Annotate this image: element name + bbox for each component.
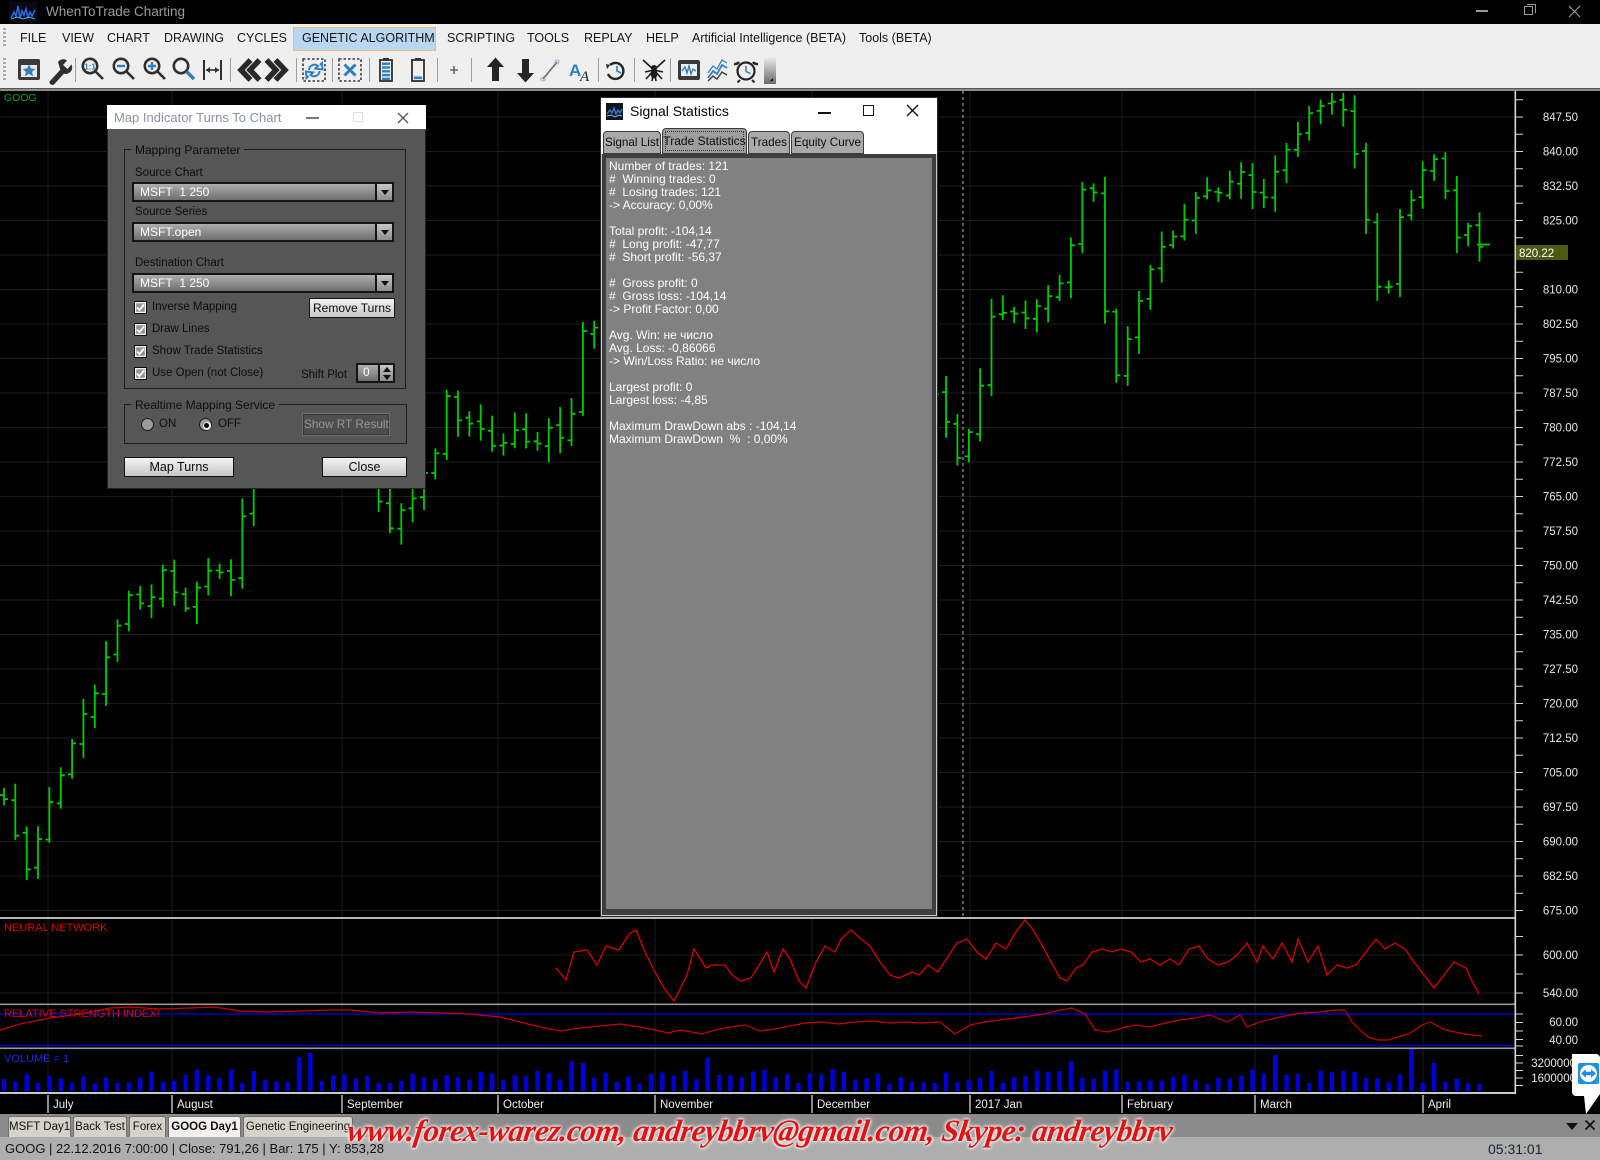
svg-text:NEURAL NETWORK: NEURAL NETWORK: [4, 922, 108, 934]
svg-text:GOOG: GOOG: [4, 92, 37, 104]
svg-text:2017 Jan: 2017 Jan: [975, 1099, 1022, 1111]
svg-text:675.00: 675.00: [1543, 906, 1578, 918]
svg-text:712.50: 712.50: [1543, 733, 1578, 745]
svg-text:847.50: 847.50: [1543, 112, 1578, 124]
svg-text:November: November: [660, 1099, 713, 1111]
svg-text:820.22: 820.22: [1519, 248, 1554, 260]
svg-text:March: March: [1260, 1099, 1292, 1111]
svg-text:810.00: 810.00: [1543, 285, 1578, 297]
svg-text:772.50: 772.50: [1543, 457, 1578, 469]
svg-text:40.00: 40.00: [1549, 1035, 1578, 1047]
svg-text:705.00: 705.00: [1543, 768, 1578, 780]
svg-text:742.50: 742.50: [1543, 595, 1578, 607]
svg-text:780.00: 780.00: [1543, 423, 1578, 435]
svg-text:802.50: 802.50: [1543, 319, 1578, 331]
svg-text:832.50: 832.50: [1543, 181, 1578, 193]
svg-text:600.00: 600.00: [1543, 950, 1578, 962]
svg-text:July: July: [53, 1099, 74, 1111]
svg-text:697.50: 697.50: [1543, 802, 1578, 814]
svg-text:February: February: [1127, 1099, 1173, 1111]
svg-text:765.00: 765.00: [1543, 492, 1578, 504]
svg-text:795.00: 795.00: [1543, 354, 1578, 366]
svg-text:757.50: 757.50: [1543, 526, 1578, 538]
svg-text:April: April: [1428, 1099, 1451, 1111]
svg-text:VOLUME = 1: VOLUME = 1: [4, 1053, 69, 1065]
svg-text:September: September: [347, 1099, 403, 1111]
svg-text:RELATIVE STRENGTH INDEX!: RELATIVE STRENGTH INDEX!: [4, 1008, 160, 1020]
svg-text:720.00: 720.00: [1543, 699, 1578, 711]
svg-text:727.50: 727.50: [1543, 664, 1578, 676]
svg-text:840.00: 840.00: [1543, 147, 1578, 159]
svg-text:682.50: 682.50: [1543, 871, 1578, 883]
svg-text:735.00: 735.00: [1543, 630, 1578, 642]
svg-text:August: August: [177, 1099, 214, 1111]
svg-text:750.00: 750.00: [1543, 561, 1578, 573]
svg-text:787.50: 787.50: [1543, 388, 1578, 400]
svg-text:December: December: [817, 1099, 870, 1111]
svg-text:540.00: 540.00: [1543, 988, 1578, 1000]
svg-text:825.00: 825.00: [1543, 216, 1578, 228]
svg-text:690.00: 690.00: [1543, 837, 1578, 849]
svg-text:60.00: 60.00: [1549, 1017, 1578, 1029]
svg-text:October: October: [503, 1099, 544, 1111]
